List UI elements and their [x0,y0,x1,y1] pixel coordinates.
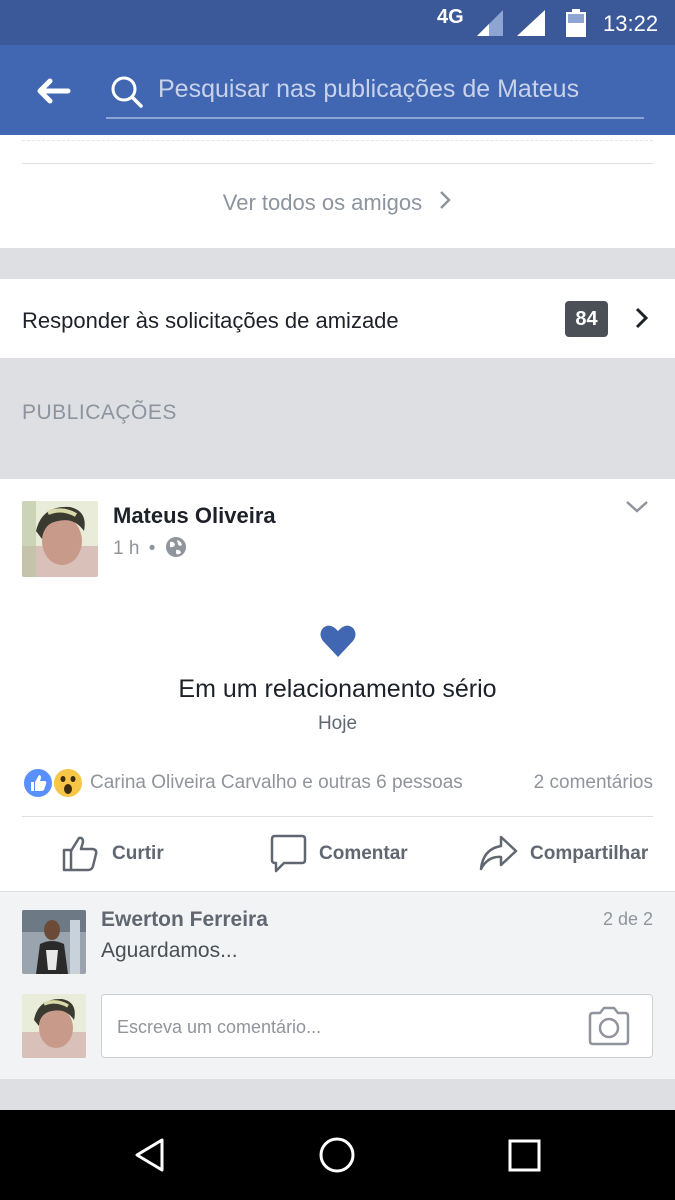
friends-row-edge [22,135,653,141]
status-bar: 4G 13:22 [0,0,675,45]
see-all-friends-label: Ver todos os amigos [222,190,423,215]
comment-icon [270,834,307,873]
post-card: Mateus Oliveira 1 h • Em um relacionamen… [0,479,675,891]
comments-count[interactable]: 2 comentários [534,772,653,794]
posts-section-title: PUBLICAÇÕES [22,401,177,424]
friend-requests-count-badge: 84 [565,301,608,337]
battery-icon [566,9,586,37]
see-all-friends-link[interactable]: Ver todos os amigos [0,190,675,216]
share-icon [479,835,518,871]
reactions-summary[interactable]: Carina Oliveira Carvalho e outras 6 pess… [22,767,653,799]
comment-input-placeholder: Escreva um comentário... [117,1017,322,1037]
chevron-down-icon[interactable] [624,499,650,515]
app-header: Pesquisar nas publicações de Mateus [0,45,675,135]
signal-icon-2 [517,10,545,36]
life-event-date: Hoje [317,713,358,734]
share-button[interactable]: Compartilhar [478,833,653,875]
like-icon [62,836,98,872]
wow-reaction-icon [52,767,84,799]
nav-home-icon[interactable] [318,1136,356,1174]
clock: 13:22 [603,11,659,36]
divider [22,816,653,817]
search-input[interactable]: Pesquisar nas publicações de Mateus [106,67,644,119]
nav-back-icon[interactable] [132,1137,168,1173]
post-meta: 1 h • [113,536,187,560]
friends-section: Ver todos os amigos [0,135,675,248]
like-button[interactable]: Curtir [60,833,180,875]
comment-author-avatar[interactable] [22,910,86,974]
chevron-right-icon [440,191,452,209]
post-author-avatar[interactable] [22,501,98,577]
current-user-avatar [22,994,86,1058]
divider [22,163,653,164]
search-icon [111,76,143,108]
camera-icon[interactable] [586,1006,632,1046]
post-time: 1 h [113,538,140,559]
nav-recents-icon[interactable] [507,1138,543,1174]
comment-label: Comentar [319,843,408,864]
system-nav-bar [0,1110,675,1200]
globe-icon [165,537,186,557]
like-label: Curtir [112,843,164,864]
comment-button[interactable]: Comentar [268,833,418,875]
search-placeholder: Pesquisar nas publicações de Mateus [158,75,580,103]
comment-text: Aguardamos... [101,939,238,962]
comment-input[interactable]: Escreva um comentário... [101,994,653,1058]
signal-icon [477,10,503,36]
like-reaction-icon [22,767,54,799]
share-label: Compartilhar [530,843,649,864]
reactions-text: Carina Oliveira Carvalho e outras 6 pess… [90,772,463,793]
friend-requests-row[interactable]: Responder às solicitações de amizade 84 [0,279,675,358]
comment-pagination: 2 de 2 [602,909,653,929]
life-event-title: Em um relacionamento sério [178,675,497,703]
friend-requests-label: Responder às solicitações de amizade [22,308,399,333]
comment-author-name[interactable]: Ewerton Ferreira [101,908,268,932]
back-button[interactable] [22,67,82,113]
post-author-name[interactable]: Mateus Oliveira [113,503,276,529]
comments-section: Ewerton Ferreira Aguardamos... 2 de 2 Es… [0,891,675,1079]
chevron-right-icon [635,307,649,329]
network-type: 4G [437,6,464,28]
meta-separator: • [148,538,156,559]
heart-icon [320,625,356,657]
back-arrow-icon [37,78,71,104]
